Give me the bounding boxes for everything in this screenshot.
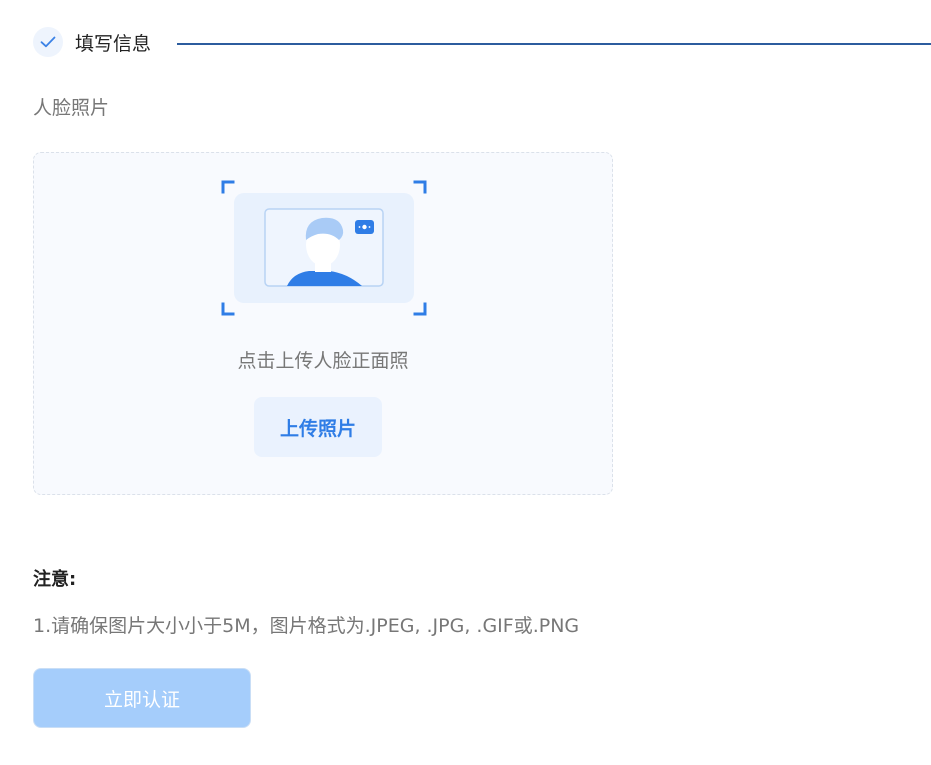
step-title: 填写信息 — [75, 33, 152, 55]
step-header: 填写信息 — [33, 27, 931, 61]
notes-item: 1.请确保图片大小小于5M，图片格式为.JPEG, .JPG, .GIF或.PN… — [33, 615, 580, 637]
face-photo-icon[interactable] — [221, 180, 427, 316]
check-icon — [33, 27, 63, 57]
notes-title: 注意: — [33, 569, 77, 590]
step-divider — [177, 43, 931, 45]
upload-hint: 点击上传人脸正面照 — [237, 350, 409, 372]
upload-photo-button[interactable]: 上传照片 — [254, 397, 382, 457]
section-label: 人脸照片 — [33, 97, 110, 119]
verify-now-button[interactable]: 立即认证 — [33, 668, 251, 728]
